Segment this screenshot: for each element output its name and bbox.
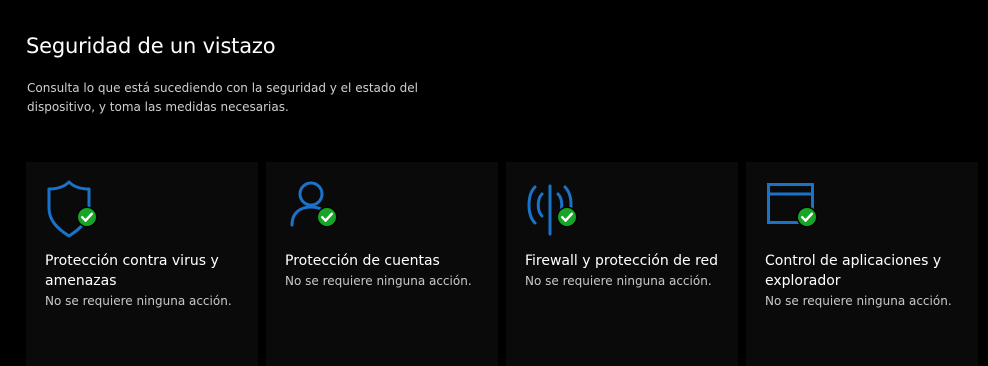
tile-account-protection[interactable]: Protección de cuentas No se requiere nin… [266,162,498,366]
check-badge-icon [796,206,818,228]
security-tiles: Protección contra virus y amenazas No se… [26,162,988,366]
tile-title-text: Protección contra virus y amenazas [45,253,219,289]
tile-title: Protección contra virus y amenazas No se… [45,251,250,310]
browser-window-icon [764,178,836,250]
shield-icon [44,178,116,250]
tile-title-text: Control de aplicaciones y explorador [765,253,942,289]
tile-status: No se requiere ninguna acción. [45,294,232,308]
tile-status: No se requiere ninguna acción. [525,274,712,288]
tile-title: Firewall y protección de red No se requi… [525,251,730,290]
tile-title: Control de aplicaciones y explorador No … [765,251,970,310]
page-description: Consulta lo que está sucediendo con la s… [27,81,418,114]
check-badge-icon [76,206,98,228]
tile-title-text: Protección de cuentas [285,253,440,269]
tile-title: Protección de cuentas No se requiere nin… [285,251,490,290]
tile-app-browser-control[interactable]: Control de aplicaciones y explorador No … [746,162,978,366]
wireless-antenna-icon [524,178,596,250]
tile-title-text: Firewall y protección de red [525,253,719,269]
check-badge-icon [556,206,578,228]
tile-status: No se requiere ninguna acción. [765,294,952,308]
page-title: Seguridad de un vistazo [26,34,276,58]
check-badge-icon [316,206,338,228]
tile-status: No se requiere ninguna acción. [285,274,472,288]
account-person-icon [284,178,356,250]
tile-virus-threat-protection[interactable]: Protección contra virus y amenazas No se… [26,162,258,366]
tile-firewall-network-protection[interactable]: Firewall y protección de red No se requi… [506,162,738,366]
